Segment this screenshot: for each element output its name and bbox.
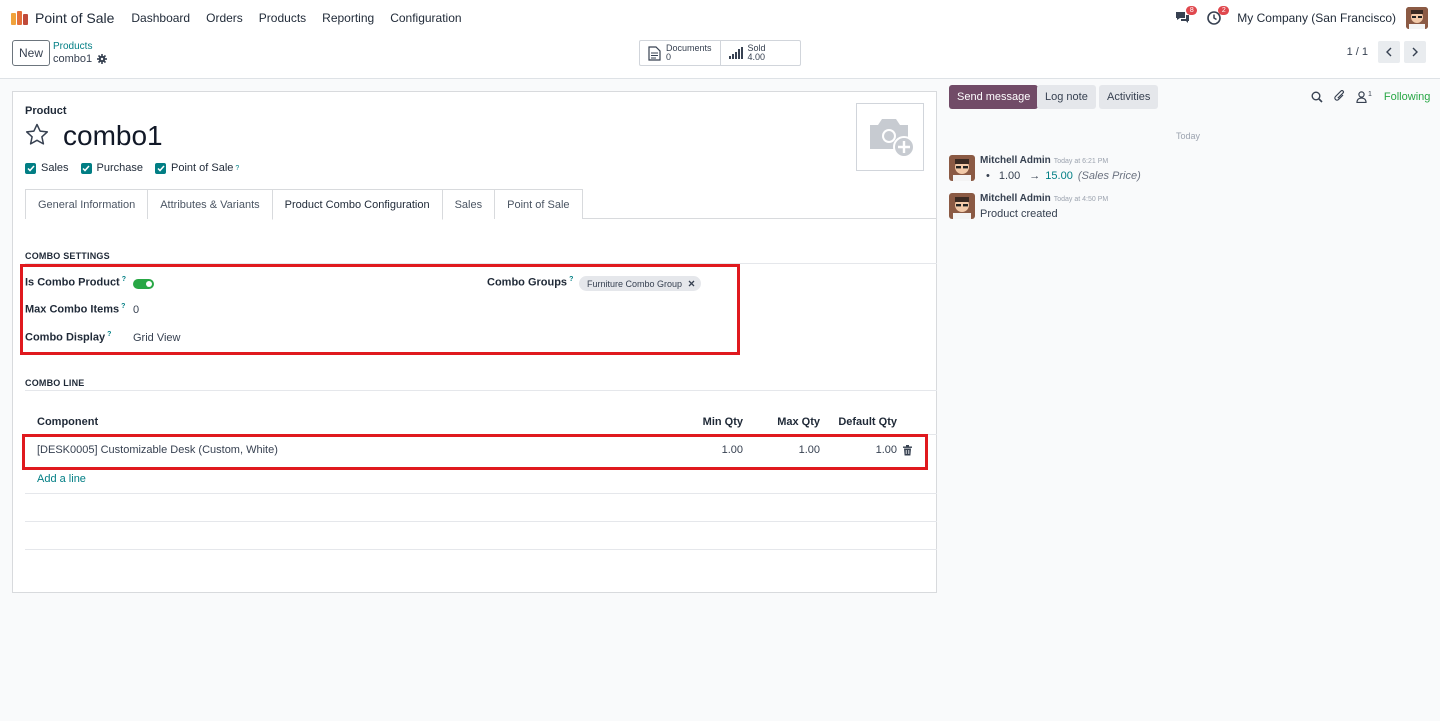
- menu-reporting[interactable]: Reporting: [322, 11, 374, 25]
- point-of-sale-checkbox-label: Point of Sale: [171, 162, 234, 174]
- chevron-right-icon: [1412, 47, 1418, 57]
- messages-badge: 8: [1186, 5, 1198, 15]
- purchase-checkbox[interactable]: Purchase: [80, 162, 144, 174]
- checkmark-icon: [155, 162, 167, 174]
- top-navbar: Point of Sale Dashboard Orders Products …: [0, 0, 1440, 35]
- followers-button[interactable]: 1: [1356, 91, 1372, 103]
- favorite-star-icon[interactable]: [25, 123, 49, 149]
- new-value: 15.00: [1045, 170, 1073, 182]
- column-component[interactable]: Component: [37, 416, 98, 428]
- empty-row-divider: [25, 493, 937, 494]
- message-author[interactable]: Mitchell Admin Today at 4:50 PM: [980, 193, 1108, 204]
- product-type-checkboxes: Sales Purchase Point of Sale ?: [25, 162, 251, 174]
- document-icon: [648, 45, 661, 61]
- pager-previous-button[interactable]: [1378, 41, 1400, 63]
- user-icon: [1356, 90, 1367, 103]
- checkmark-icon: [25, 162, 36, 174]
- combo-settings-title: COMBO SETTINGS: [25, 251, 110, 261]
- arrow-right-icon: →: [1029, 170, 1041, 182]
- section-divider: [25, 390, 937, 391]
- breadcrumb-products[interactable]: Products: [53, 41, 92, 52]
- tab-attributes-variants[interactable]: Attributes & Variants: [147, 189, 273, 219]
- breadcrumb-current: combo1: [53, 53, 93, 65]
- sold-smart-button[interactable]: Sold 4.00: [719, 41, 800, 65]
- checkmark-icon: [80, 162, 92, 174]
- sales-checkbox-label: Sales: [41, 162, 69, 174]
- add-line-link[interactable]: Add a line: [37, 473, 86, 485]
- control-panel: New Products combo1 Documents 0 Sold 4.0…: [0, 35, 1440, 79]
- purchase-checkbox-label: Purchase: [96, 162, 144, 174]
- pager-value[interactable]: 1 / 1: [1347, 46, 1368, 58]
- product-image-upload[interactable]: [856, 103, 924, 171]
- tracking-value-change: • 1.00 → 15.00 (Sales Price): [986, 170, 1141, 182]
- activities-clock-icon[interactable]: 2: [1205, 5, 1230, 27]
- author-avatar[interactable]: [949, 155, 975, 181]
- breadcrumb: combo1: [53, 53, 108, 65]
- paperclip-icon[interactable]: [1333, 90, 1346, 103]
- tab-point-of-sale[interactable]: Point of Sale: [494, 189, 583, 219]
- app-name[interactable]: Point of Sale: [35, 10, 114, 26]
- column-min-qty[interactable]: Min Qty: [693, 416, 743, 428]
- author-avatar[interactable]: [949, 193, 975, 219]
- tab-general-information[interactable]: General Information: [25, 189, 149, 219]
- menu-orders[interactable]: Orders: [206, 11, 243, 25]
- pager-next-button[interactable]: [1404, 41, 1426, 63]
- following-button[interactable]: Following: [1384, 91, 1430, 103]
- documents-count: 0: [666, 52, 672, 62]
- company-switcher[interactable]: My Company (San Francisco): [1237, 11, 1396, 25]
- activities-button[interactable]: Activities: [1099, 85, 1159, 109]
- product-form-sheet: Product combo1 Sales Purchase Point of S…: [12, 91, 937, 593]
- field-name: (Sales Price): [1077, 170, 1141, 182]
- menu-products[interactable]: Products: [259, 11, 306, 25]
- message-time: Today at 4:50 PM: [1053, 196, 1109, 203]
- documents-label: Documents: [666, 43, 712, 53]
- messages-icon[interactable]: 8: [1173, 5, 1198, 27]
- search-icon[interactable]: [1311, 91, 1323, 103]
- column-default-qty[interactable]: Default Qty: [826, 416, 897, 428]
- gear-icon[interactable]: [97, 54, 108, 64]
- date-separator: Today: [953, 131, 1423, 141]
- activities-badge: 2: [1218, 5, 1230, 15]
- sold-value: 4.00: [747, 52, 766, 62]
- pager: 1 / 1: [1347, 41, 1426, 63]
- message-body: Product created: [980, 208, 1058, 220]
- menu-configuration[interactable]: Configuration: [390, 11, 461, 25]
- combo-line-title: COMBO LINE: [25, 378, 85, 388]
- empty-row-divider: [25, 521, 937, 522]
- sales-checkbox[interactable]: Sales: [25, 162, 69, 174]
- menu-dashboard[interactable]: Dashboard: [131, 11, 190, 25]
- old-value: 1.00: [998, 170, 1021, 182]
- tab-sales[interactable]: Sales: [441, 189, 496, 219]
- point-of-sale-checkbox[interactable]: Point of Sale ?: [155, 162, 239, 174]
- send-message-button[interactable]: Send message: [949, 85, 1039, 109]
- form-tabs: General Information Attributes & Variant…: [25, 189, 937, 220]
- signal-bars-icon: [728, 47, 743, 59]
- chevron-left-icon: [1386, 47, 1392, 57]
- message-time: Today at 6:21 PM: [1053, 158, 1109, 165]
- camera-add-icon: [870, 119, 915, 158]
- pos-app-icon[interactable]: [11, 10, 29, 25]
- new-button[interactable]: New: [12, 40, 50, 66]
- log-note-button[interactable]: Log note: [1037, 85, 1096, 109]
- empty-row-divider: [25, 549, 937, 550]
- product-name-field[interactable]: combo1: [63, 120, 163, 152]
- smart-buttons: Documents 0 Sold 4.00: [639, 40, 801, 66]
- date-separator-label: Today: [1175, 131, 1201, 141]
- followers-count: 1: [1368, 90, 1372, 98]
- column-max-qty[interactable]: Max Qty: [763, 416, 820, 428]
- tab-product-combo-configuration[interactable]: Product Combo Configuration: [271, 189, 443, 220]
- product-label: Product: [25, 105, 67, 117]
- chatter-toolbar: 1 Following: [1311, 90, 1430, 103]
- user-avatar[interactable]: [1406, 6, 1428, 29]
- help-tooltip[interactable]: ?: [235, 165, 239, 172]
- combo-line-row-highlight: [22, 434, 928, 470]
- combo-settings-highlight: [20, 264, 740, 355]
- message-author[interactable]: Mitchell Admin Today at 6:21 PM: [980, 155, 1108, 166]
- documents-smart-button[interactable]: Documents 0: [640, 41, 720, 65]
